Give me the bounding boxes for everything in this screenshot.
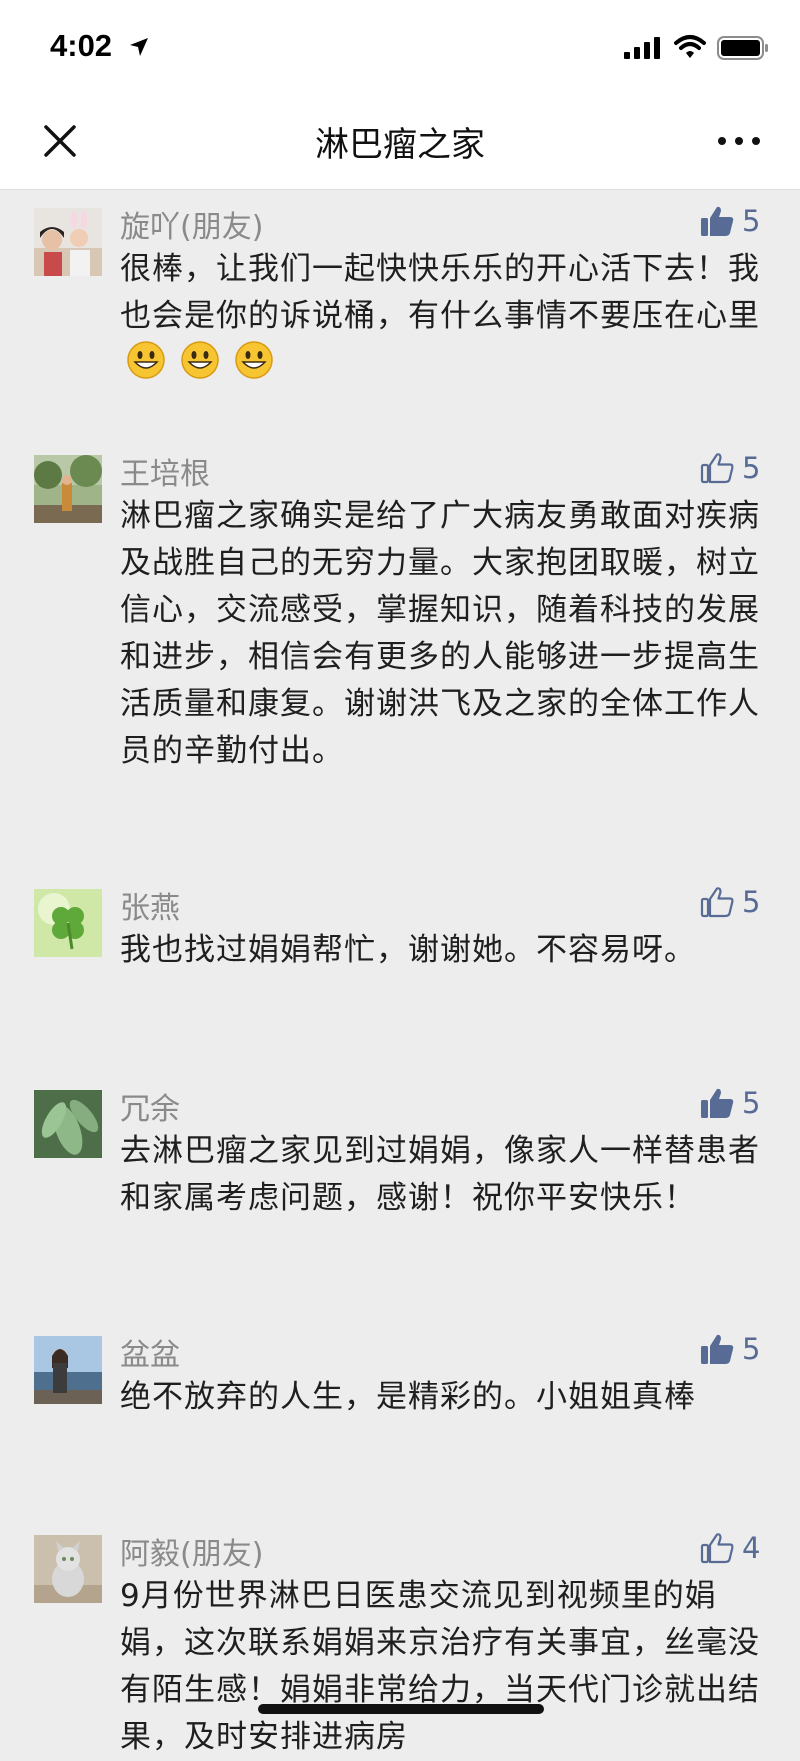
more-options-icon[interactable] xyxy=(714,126,764,156)
status-time: 4:02 xyxy=(50,28,113,63)
thumbs-up-outline-icon xyxy=(700,452,734,484)
location-arrow-icon xyxy=(130,38,148,56)
avatar[interactable] xyxy=(34,1535,102,1603)
home-indicator[interactable] xyxy=(258,1704,544,1714)
page-title: 淋巴瘤之家 xyxy=(315,125,485,165)
like-button[interactable]: 5 xyxy=(700,1332,760,1366)
like-count: 5 xyxy=(742,885,761,919)
commenter-name[interactable]: 冗余 xyxy=(120,1084,180,1128)
smiley-emoji-icon xyxy=(126,340,166,394)
like-count: 5 xyxy=(742,1332,761,1366)
commenter-name[interactable]: 旋吖(朋友) xyxy=(120,202,263,246)
thumbs-up-filled-icon xyxy=(700,205,734,237)
thumbs-up-outline-icon xyxy=(700,1532,734,1564)
avatar[interactable] xyxy=(34,1090,102,1158)
comment-text: 淋巴瘤之家确实是给了广大病友勇敢面对疾病及战胜自己的无穷力量。大家抱团取暖，树立… xyxy=(120,498,760,769)
like-count: 5 xyxy=(742,1086,761,1120)
wifi-icon xyxy=(674,35,706,58)
thumbs-up-filled-icon xyxy=(700,1087,734,1119)
comment-text: 去淋巴瘤之家见到过娟娟，像家人一样替患者和家属考虑问题，感谢！祝你平安快乐！ xyxy=(120,1133,760,1216)
thumbs-up-filled-icon xyxy=(700,1333,734,1365)
comment-text: 很棒，让我们一起快快乐乐的开心活下去！我也会是你的诉说桶，有什么事情不要压在心里 xyxy=(120,246,760,394)
cellular-signal-icon xyxy=(624,37,660,59)
thumbs-up-outline-icon xyxy=(700,886,734,918)
comment-text: 绝不放弃的人生，是精彩的。小姐姐真棒 xyxy=(120,1379,696,1415)
avatar[interactable] xyxy=(34,889,102,957)
like-count: 4 xyxy=(742,1531,761,1565)
comment-text: 我也找过娟娟帮忙，谢谢她。不容易呀。 xyxy=(120,932,696,968)
avatar[interactable] xyxy=(34,1336,102,1404)
like-button[interactable]: 5 xyxy=(700,1086,760,1120)
avatar[interactable] xyxy=(34,208,102,276)
smiley-emoji-icon xyxy=(234,340,274,394)
commenter-name[interactable]: 盆盆 xyxy=(120,1330,180,1374)
commenter-name[interactable]: 阿毅(朋友) xyxy=(120,1529,263,1573)
commenter-name[interactable]: 张燕 xyxy=(120,883,180,927)
battery-icon xyxy=(717,36,768,60)
like-button[interactable]: 5 xyxy=(700,204,760,238)
like-count: 5 xyxy=(742,451,761,485)
like-button[interactable]: 5 xyxy=(700,451,760,485)
like-button[interactable]: 5 xyxy=(700,885,760,919)
like-button[interactable]: 4 xyxy=(700,1531,760,1565)
like-count: 5 xyxy=(742,204,761,238)
smiley-emoji-icon xyxy=(180,340,220,394)
avatar[interactable] xyxy=(34,455,102,523)
commenter-name[interactable]: 王培根 xyxy=(120,449,210,493)
